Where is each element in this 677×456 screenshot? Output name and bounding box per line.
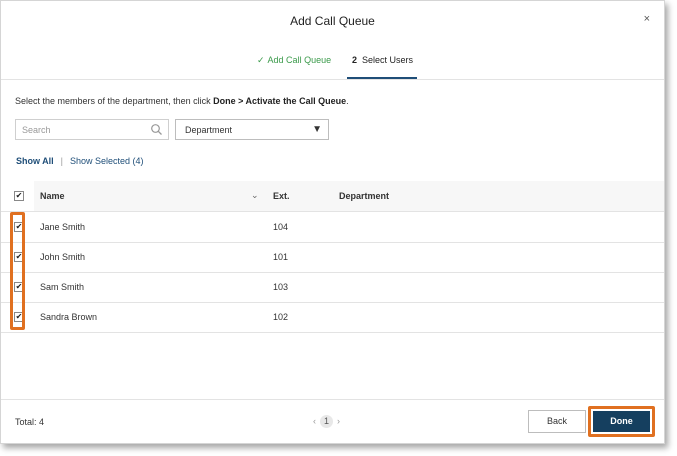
table-row[interactable]: ✔ Sandra Brown 102: [1, 302, 664, 333]
page-number[interactable]: 1: [320, 415, 333, 428]
divider: [1, 79, 664, 80]
instructions-activate: Activate the Call Queue: [245, 96, 347, 106]
done-button[interactable]: Done: [593, 411, 650, 432]
table-row[interactable]: ✔ Sam Smith 103: [1, 272, 664, 303]
next-page-icon[interactable]: ›: [337, 416, 340, 426]
wizard-steps: ✓ Add Call Queue 2 Select Users: [1, 41, 664, 79]
instructions: Select the members of the department, th…: [15, 96, 349, 106]
step-label: Add Call Queue: [267, 55, 332, 65]
dialog-title: Add Call Queue: [290, 14, 375, 28]
instructions-done: Done: [213, 96, 236, 106]
step-add-call-queue[interactable]: ✓ Add Call Queue: [257, 55, 331, 66]
instructions-text: Select the members of the department, th…: [15, 96, 214, 106]
table-header: ✔ Name ⌄ Ext. Department: [1, 181, 664, 212]
step-label: Select Users: [362, 55, 414, 65]
pagination: ‹ 1 ›: [313, 415, 340, 428]
select-all-checkbox[interactable]: ✔: [14, 191, 24, 201]
column-header-ext[interactable]: Ext.: [273, 191, 290, 201]
sort-chevron-icon[interactable]: ⌄: [251, 190, 259, 201]
highlight-checkboxes: [10, 212, 25, 330]
step-select-users[interactable]: 2 Select Users: [347, 41, 417, 79]
column-header-name[interactable]: Name: [40, 191, 65, 201]
search-box: [15, 119, 169, 140]
user-ext: 101: [273, 252, 289, 262]
show-selected-link[interactable]: Show Selected (4): [70, 156, 144, 166]
chevron-down-icon: ▼: [312, 124, 322, 135]
user-ext: 104: [273, 222, 289, 232]
search-input[interactable]: [16, 120, 148, 140]
step-number: 2: [352, 55, 358, 65]
back-button[interactable]: Back: [528, 410, 586, 433]
table-row[interactable]: ✔ John Smith 101: [1, 242, 664, 273]
prev-page-icon[interactable]: ‹: [313, 416, 316, 426]
add-call-queue-dialog: Add Call Queue × ✓ Add Call Queue 2 Select…: [0, 0, 665, 444]
filter-links: Show All | Show Selected (4): [16, 156, 144, 166]
user-ext: 103: [273, 282, 289, 292]
close-icon[interactable]: ×: [644, 13, 650, 25]
filter-separator: |: [60, 156, 64, 166]
table-row[interactable]: ✔ Jane Smith 104: [1, 212, 664, 243]
total-count: Total: 4: [15, 417, 45, 427]
department-select-value: Department: [185, 125, 233, 135]
department-select[interactable]: Department ▼: [175, 119, 329, 140]
search-icon[interactable]: [150, 123, 163, 136]
user-name: Sandra Brown: [40, 312, 98, 322]
footer-divider: [1, 399, 664, 400]
instructions-period: .: [346, 96, 349, 106]
show-all-link[interactable]: Show All: [16, 156, 54, 166]
instructions-arrow: >: [235, 96, 246, 106]
highlight-done: Done: [588, 406, 655, 437]
column-header-department[interactable]: Department: [339, 191, 389, 201]
user-name: John Smith: [40, 252, 86, 262]
user-name: Jane Smith: [40, 222, 86, 232]
check-icon: ✓: [257, 55, 265, 65]
user-name: Sam Smith: [40, 282, 85, 292]
user-ext: 102: [273, 312, 289, 322]
